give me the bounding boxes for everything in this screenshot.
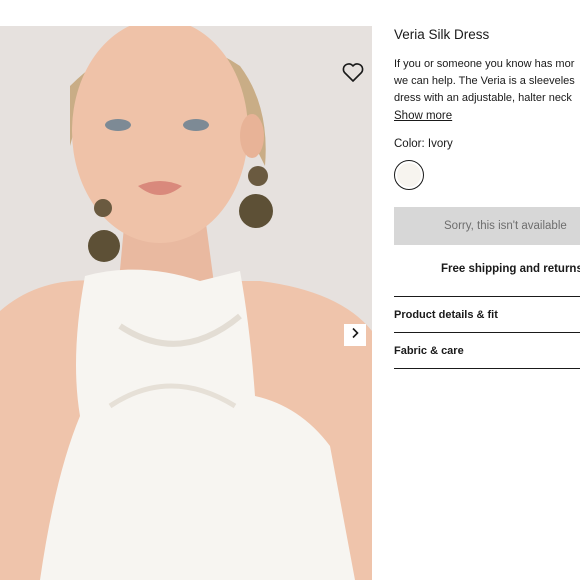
divider: [394, 368, 580, 369]
color-label: Color: Ivory: [394, 138, 453, 150]
product-description: If you or someone you know has mor we ca…: [394, 56, 580, 107]
product-info-panel: Veria Silk Dress If you or someone you k…: [394, 0, 580, 580]
model-photo: [0, 26, 372, 580]
swatch-fill: [397, 163, 421, 187]
chevron-right-icon: [349, 326, 361, 344]
unavailable-button: Sorry, this isn't available: [394, 207, 580, 245]
product-image[interactable]: [0, 26, 372, 580]
wishlist-heart-icon[interactable]: [341, 61, 365, 83]
accordion-label: Product details & fit: [394, 309, 498, 321]
accordion-product-details[interactable]: Product details & fit: [394, 296, 580, 333]
shipping-note: Free shipping and returns: [441, 263, 580, 275]
accordion-fabric-care[interactable]: Fabric & care: [394, 332, 580, 369]
description-line: dress with an adjustable, halter neck: [394, 92, 572, 104]
show-more-link[interactable]: Show more: [394, 110, 452, 122]
accordion-label: Fabric & care: [394, 345, 464, 357]
next-image-button[interactable]: [344, 324, 366, 346]
unavailable-label: Sorry, this isn't available: [444, 220, 567, 232]
description-line: we can help. The Veria is a sleeveles: [394, 75, 575, 87]
description-line: If you or someone you know has mor: [394, 58, 575, 70]
product-title: Veria Silk Dress: [394, 27, 490, 42]
color-swatch-ivory[interactable]: [394, 160, 424, 190]
